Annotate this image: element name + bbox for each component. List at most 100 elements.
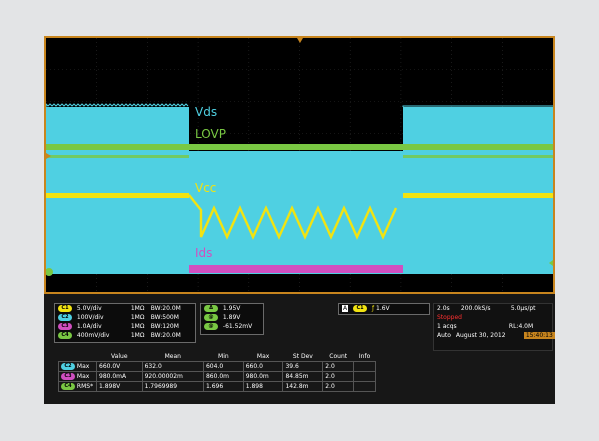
trigger-row: A C1 ƒ 1.6V xyxy=(342,304,390,313)
measurement-max: 660.0 xyxy=(242,361,284,372)
measurement-mean: 1.7969989 xyxy=(141,381,204,392)
cursor-row-delta: Δ 1.95V xyxy=(204,304,240,313)
cursor-2-icon: @ xyxy=(204,323,218,330)
measurement-info xyxy=(353,381,376,392)
acq-date: August 30, 2012 xyxy=(455,332,506,339)
channel-impedance: 1MΩ xyxy=(130,314,145,321)
measurement-header: Count xyxy=(329,353,348,360)
vds-noise-edge xyxy=(402,105,553,107)
measurement-label: C3 Max xyxy=(58,371,97,382)
channel-row-c4[interactable]: C4 400mV/div 1MΩ BW:20.0M xyxy=(58,331,181,340)
measurement-value: 1.898V xyxy=(96,381,143,392)
measurement-mean: 632.0 xyxy=(141,361,204,372)
cursor-row-1: @ 1.89V xyxy=(204,313,240,322)
measurement-info xyxy=(353,361,376,372)
measurement-count: 2.0 xyxy=(322,361,355,372)
channel-badge: C1 xyxy=(58,305,72,312)
per-point: 5.0µs/pt xyxy=(510,305,536,312)
waveform-display: Vds LOVP Vcc Ids xyxy=(44,36,555,294)
measurement-header: St Dev xyxy=(292,353,313,360)
oscilloscope-screen: Vds LOVP Vcc Ids C1 5.0V/div 1MΩ BW:20.0M C… xyxy=(44,36,555,404)
measurement-header: Max xyxy=(256,353,270,360)
measurement-row[interactable]: C2 Max 660.0V 632.0 604.0 660.0 39.6 2.0 xyxy=(58,361,376,372)
waveform-svg: Vds LOVP Vcc Ids xyxy=(46,38,553,292)
channel-bandwidth: BW:20.0M xyxy=(150,305,181,312)
channel-row-c1[interactable]: C1 5.0V/div 1MΩ BW:20.0M xyxy=(58,304,181,313)
vds-noise-edge xyxy=(46,103,189,107)
acq-row-4: Auto August 30, 2012 15:40:13 xyxy=(437,331,555,340)
vds-band-right xyxy=(403,107,553,274)
cursor-readout[interactable]: Δ 1.95V @ 1.89V @ -61.52mV xyxy=(200,303,264,335)
ids-label: Ids xyxy=(195,246,212,260)
status-panel: C1 5.0V/div 1MΩ BW:20.0M C2 100V/div 1MΩ… xyxy=(44,294,555,404)
sample-rate: 200.0kS/s xyxy=(460,305,491,312)
trigger-source: C1 xyxy=(353,305,368,312)
cursor-2-value: -61.52mV xyxy=(222,323,253,330)
trigger-position-icon xyxy=(297,38,303,43)
measurement-name: Max xyxy=(76,363,90,370)
channel-settings: C1 5.0V/div 1MΩ BW:20.0M C2 100V/div 1MΩ… xyxy=(54,303,196,343)
measurement-value: 980.0mA xyxy=(96,371,143,382)
channel-bandwidth: BW:20.0M xyxy=(150,332,181,339)
acq-time: 15:40:13 xyxy=(523,332,555,339)
channel-row-c3[interactable]: C3 1.0A/div 1MΩ BW:120M xyxy=(58,322,179,331)
channel-bandwidth: BW:120M xyxy=(150,323,179,330)
measurement-stdev: 142.8m xyxy=(282,381,324,392)
measurement-table: Value Mean Min Max St Dev Count Info C2 … xyxy=(58,352,376,392)
measurement-header: Mean xyxy=(164,353,181,360)
measurement-channel: C3 xyxy=(61,373,75,380)
channel-impedance: 1MΩ xyxy=(130,332,145,339)
measurement-stdev: 39.6 xyxy=(282,361,324,372)
channel-badge: C3 xyxy=(58,323,72,330)
measurement-value: 660.0V xyxy=(96,361,143,372)
trigger-level: 1.6V xyxy=(376,305,390,312)
cursor-1-icon: @ xyxy=(204,314,218,321)
measurement-count: 2.0 xyxy=(322,381,355,392)
measurement-label: C2 Max xyxy=(58,361,97,372)
record-length: RL:4.0M xyxy=(508,323,534,330)
measurement-max: 980.0m xyxy=(242,371,284,382)
channel-badge: C4 xyxy=(58,332,72,339)
channel-impedance: 1MΩ xyxy=(130,323,145,330)
measurement-row[interactable]: C4 RMS* 1.898V 1.7969989 1.696 1.898 142… xyxy=(58,381,376,392)
trigger-mode-letter: A xyxy=(342,305,349,312)
measurement-channel: C2 xyxy=(61,363,75,370)
channel-scale: 1.0A/div xyxy=(76,323,102,330)
measurement-stdev: 84.85m xyxy=(282,371,324,382)
vcc-label: Vcc xyxy=(195,181,216,195)
acq-row-3: 1 acqs RL:4.0M xyxy=(437,322,533,331)
trigger-mode: Auto xyxy=(437,332,451,339)
cursor-1-value: 1.89V xyxy=(222,314,241,321)
channel-scale: 400mV/div xyxy=(76,332,110,339)
cursor-delta-icon: Δ xyxy=(204,305,218,312)
trigger-slope-icon: ƒ xyxy=(371,305,375,312)
measurement-header: Min xyxy=(218,353,229,360)
measurement-max: 1.898 xyxy=(242,381,284,392)
measurement-info xyxy=(353,371,376,382)
lovp-trace-lower xyxy=(46,155,189,158)
measurement-channel: C4 xyxy=(61,383,75,390)
measurement-min: 1.696 xyxy=(202,381,244,392)
trigger-readout[interactable]: A C1 ƒ 1.6V xyxy=(338,303,430,315)
measurement-header-row: Value Mean Min Max St Dev Count Info xyxy=(59,352,376,362)
measurement-min: 860.0m xyxy=(202,371,244,382)
acq-row-1: 2.0s 200.0kS/s 5.0µs/pt xyxy=(437,304,536,313)
acquisition-status[interactable]: 2.0s 200.0kS/s 5.0µs/pt Stopped 1 acqs R… xyxy=(433,303,555,351)
measurement-count: 2.0 xyxy=(322,371,355,382)
lovp-trace-lower xyxy=(403,155,553,158)
measurement-header: Value xyxy=(111,353,128,360)
ids-trace xyxy=(189,265,403,273)
measurement-row[interactable]: C3 Max 980.0mA 920.00002m 860.0m 980.0m … xyxy=(58,371,376,382)
vcc-trace-left xyxy=(46,193,189,198)
measurement-mean: 920.00002m xyxy=(141,371,204,382)
channel-row-c2[interactable]: C2 100V/div 1MΩ BW:500M xyxy=(58,313,179,322)
timebase: 2.0s xyxy=(437,305,450,312)
lovp-label: LOVP xyxy=(195,127,226,141)
cursor-row-2: @ -61.52mV xyxy=(204,322,252,331)
acq-count: 1 acqs xyxy=(437,323,457,330)
channel-scale: 5.0V/div xyxy=(76,305,102,312)
cursor-delta-value: 1.95V xyxy=(222,305,241,312)
channel-impedance: 1MΩ xyxy=(130,305,145,312)
measurement-name: Max xyxy=(76,373,90,380)
channel-scale: 100V/div xyxy=(76,314,104,321)
